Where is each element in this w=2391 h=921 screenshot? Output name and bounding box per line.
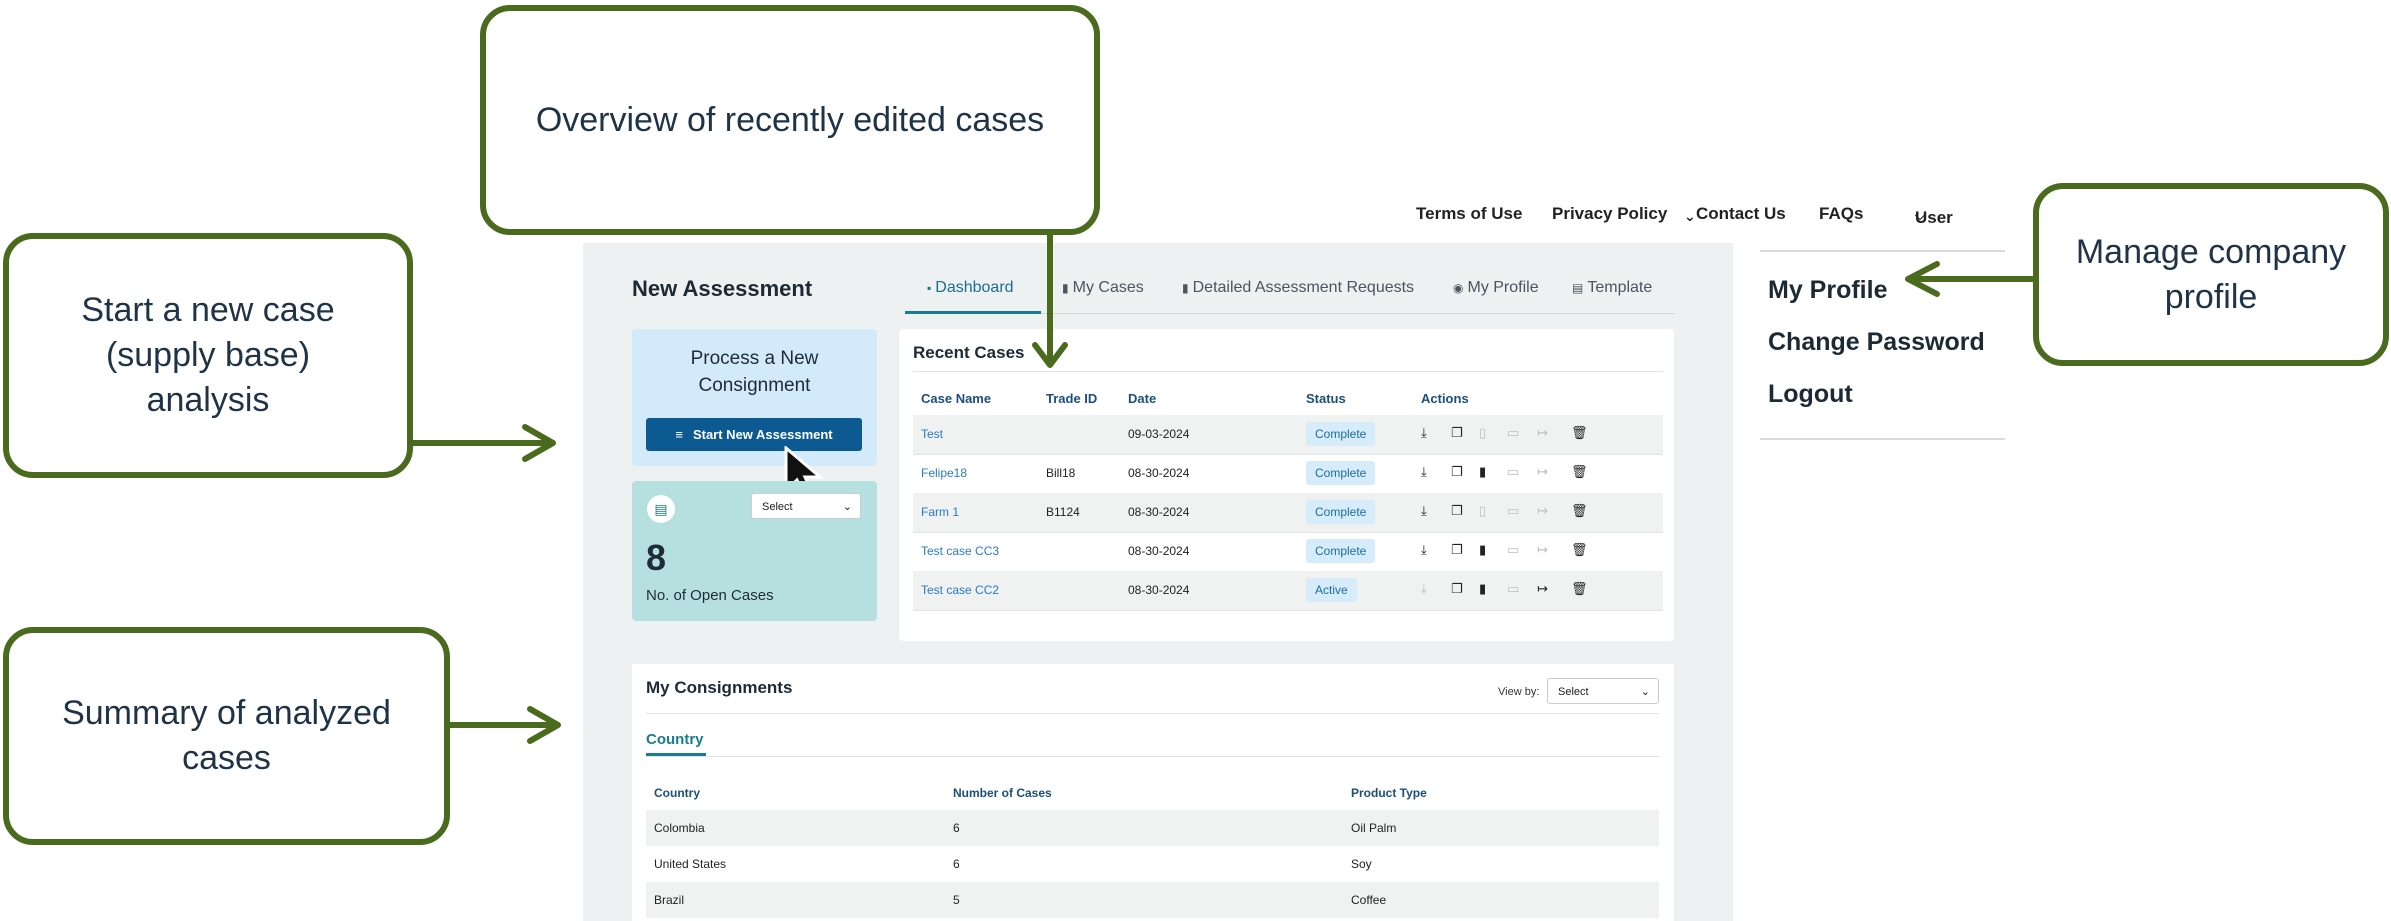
annotation-arrows [410, 232, 2036, 744]
